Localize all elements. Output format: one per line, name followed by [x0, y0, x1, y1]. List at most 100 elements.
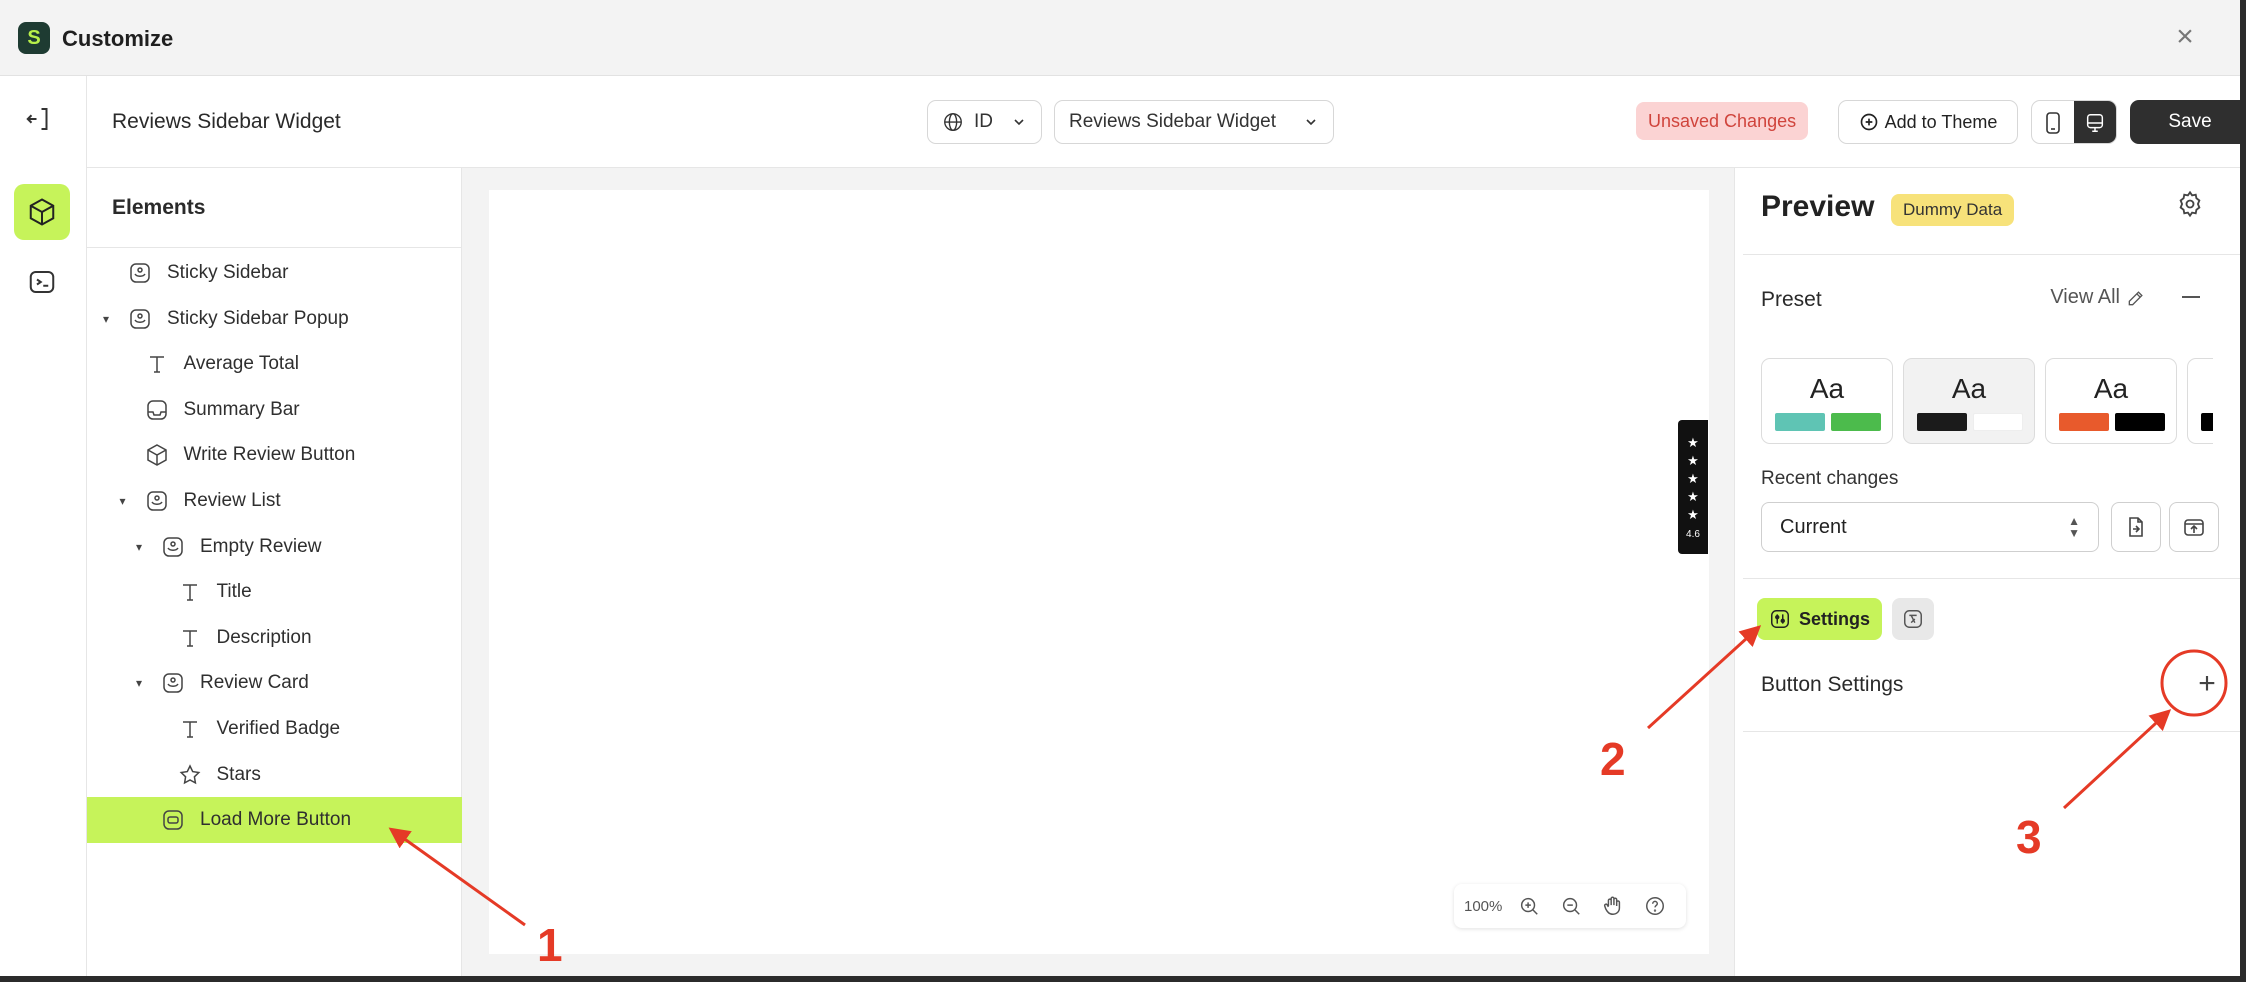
view-all-button[interactable]: View All [2050, 286, 2146, 309]
tree-item[interactable]: ▾ Review List [87, 478, 462, 524]
annotation-number-1: 1 [537, 919, 563, 971]
button-icon [160, 807, 186, 833]
preset-swatch [2059, 413, 2109, 431]
add-to-theme-button[interactable]: Add to Theme [1838, 100, 2018, 144]
preset-card[interactable]: Aa [1903, 358, 2035, 444]
caret-down-icon[interactable]: ▾ [136, 676, 142, 690]
desktop-icon [2086, 114, 2104, 132]
section-icon [127, 260, 153, 286]
preset-list: Aa Aa Aa Aa [1761, 358, 2213, 444]
plus-circle-icon [1860, 113, 1877, 131]
tree-item[interactable]: Average Total [87, 341, 462, 387]
tree-item[interactable]: Description [87, 615, 462, 661]
tree-item-label: Stars [216, 763, 261, 785]
terminal-icon [29, 271, 55, 293]
globe-icon [944, 113, 962, 131]
elements-heading: Elements [87, 168, 461, 248]
tree-item-label: Empty Review [200, 535, 322, 557]
elements-panel: Elements Sticky Sidebar ▾ Sticky Sidebar P… [87, 168, 462, 976]
zoom-out-button[interactable] [1556, 891, 1586, 921]
tree-item-label: Description [216, 626, 312, 648]
document-title: Reviews Sidebar Widget [112, 110, 341, 133]
preset-swatch [2115, 413, 2165, 431]
desktop-view-button[interactable] [2074, 101, 2116, 143]
window-bottom-edge [0, 976, 2246, 982]
language-select[interactable]: ID [927, 100, 1042, 144]
section-icon [160, 534, 186, 560]
window-title: Customize [62, 26, 174, 51]
preset-card[interactable]: Aa [1761, 358, 1893, 444]
collapse-preset-button[interactable] [2182, 296, 2200, 298]
tree-item[interactable]: ▾ Empty Review [87, 524, 462, 570]
annotation-number-2: 2 [1600, 733, 1626, 785]
panel-tabs: Settings [1757, 598, 1935, 640]
divider [1743, 731, 2240, 732]
tree-item[interactable]: ▾ Sticky Sidebar Popup [87, 296, 462, 342]
section-icon [144, 488, 170, 514]
help-icon [1646, 897, 1665, 915]
preset-card[interactable]: Aa [2045, 358, 2177, 444]
caret-down-icon[interactable]: ▾ [136, 540, 142, 554]
tree-item[interactable]: ▾ Review Card [87, 660, 462, 706]
import-button[interactable] [2111, 502, 2161, 552]
preset-sample-text: Aa [2188, 373, 2213, 405]
tab-style[interactable] [1892, 598, 1935, 640]
widget-select-value: Reviews Sidebar Widget [1069, 111, 1276, 132]
preset-swatch [1917, 413, 1967, 431]
preset-card[interactable]: Aa [2187, 358, 2213, 444]
help-button[interactable] [1640, 891, 1670, 921]
icon-rail [0, 76, 87, 976]
tree-item-label: Load More Button [200, 809, 352, 831]
caret-down-icon[interactable]: ▾ [120, 494, 126, 508]
button-settings-label: Button Settings [1761, 673, 1904, 696]
add-button-settings-button[interactable]: + [2192, 669, 2222, 700]
tree-item[interactable]: Verified Badge [87, 706, 462, 752]
rating-sidebar-tab[interactable]: ★ ★ ★ ★ ★ 4.6 [1678, 420, 1708, 554]
upload-box-icon [2184, 519, 2204, 536]
exit-icon[interactable] [24, 104, 54, 134]
divider [1743, 254, 2240, 255]
mobile-view-button[interactable] [2032, 101, 2074, 143]
save-button[interactable]: Save [2130, 100, 2240, 144]
star-icon [177, 762, 203, 788]
preview-title: Preview [1761, 190, 1875, 223]
select-arrows-icon: ▲ ▼ [2068, 514, 2080, 540]
tree-item[interactable]: Stars [87, 752, 462, 798]
tree-item[interactable]: Write Review Button [87, 432, 462, 478]
divider [1743, 578, 2240, 579]
recent-changes-select[interactable]: Current ▲ ▼ [1761, 502, 2099, 552]
star-icon: ★ [1687, 434, 1699, 450]
text-icon [177, 579, 203, 605]
gear-icon[interactable] [2176, 190, 2204, 218]
recent-changes-value: Current [1780, 515, 1847, 538]
tab-settings[interactable]: Settings [1757, 598, 1883, 640]
tree-item-label: Write Review Button [183, 444, 356, 466]
tree-item[interactable]: Load More Button [87, 797, 462, 844]
tree-item[interactable]: Sticky Sidebar [87, 250, 462, 296]
preview-panel: Preview Dummy Data Preset View All Aa Aa [1734, 168, 2240, 976]
zoom-in-icon [1521, 897, 1539, 915]
tree-item[interactable]: Title [87, 569, 462, 615]
caret-down-icon[interactable]: ▾ [103, 312, 109, 326]
pan-hand-button[interactable] [1598, 891, 1628, 921]
section-icon [160, 670, 186, 696]
hand-icon [1604, 896, 1621, 915]
view-all-label: View All [2050, 286, 2120, 308]
close-window-button[interactable]: × [2170, 22, 2200, 52]
customize-window: S Customize × Reviews Sidebar Widget ID … [0, 0, 2240, 976]
preset-swatch [1831, 413, 1881, 431]
code-console-button[interactable] [14, 254, 70, 310]
file-import-icon [2129, 517, 2143, 537]
tree-item-label: Title [216, 581, 252, 603]
elements-cube-button[interactable] [14, 184, 70, 240]
preview-canvas[interactable] [489, 190, 1709, 954]
star-icon: ★ [1687, 488, 1699, 504]
widget-select[interactable]: Reviews Sidebar Widget [1054, 100, 1334, 144]
export-button[interactable] [2169, 502, 2219, 552]
tree-item-label: Summary Bar [183, 398, 300, 420]
star-icon: ★ [1687, 506, 1699, 522]
device-toggle [2031, 100, 2117, 144]
preset-sample-text: Aa [1809, 373, 1845, 404]
zoom-in-button[interactable] [1514, 891, 1544, 921]
tree-item[interactable]: Summary Bar [87, 387, 462, 433]
